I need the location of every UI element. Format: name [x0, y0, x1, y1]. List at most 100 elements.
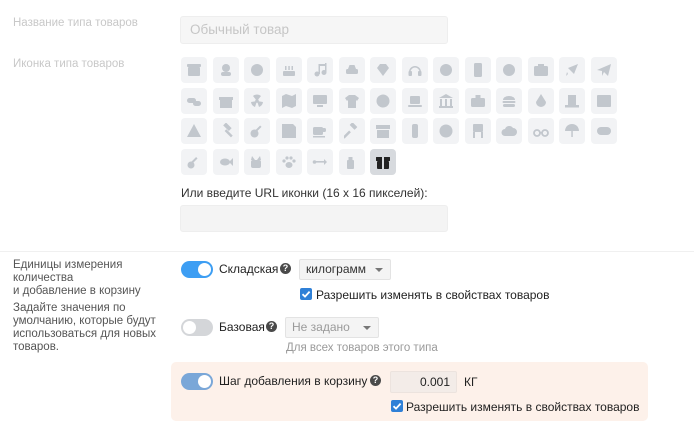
cart-step-input[interactable]: 0.001 — [390, 371, 457, 393]
tophat-icon[interactable] — [559, 87, 585, 114]
usb-icon[interactable] — [307, 148, 333, 175]
icon-glyph — [501, 125, 517, 136]
cart-step-checkbox[interactable] — [391, 400, 403, 412]
face-icon[interactable] — [244, 57, 270, 83]
icon-glyph — [313, 94, 327, 107]
cat-icon[interactable] — [244, 148, 270, 175]
traffic-light-icon[interactable] — [401, 118, 428, 144]
music-icon[interactable] — [307, 57, 333, 83]
icon-glyph — [376, 94, 390, 107]
icon-glyph — [312, 158, 327, 165]
icon-glyph — [502, 95, 516, 107]
icon-glyph — [532, 129, 549, 137]
base-unit-select[interactable]: Не задано — [285, 317, 379, 338]
package-icon[interactable] — [370, 148, 396, 175]
icon-glyph — [408, 66, 421, 76]
stock-unit-select-value: килограмм — [306, 262, 366, 276]
rocket-icon[interactable] — [559, 57, 585, 83]
coffee-icon[interactable] — [307, 118, 333, 144]
monitor-icon[interactable] — [307, 87, 333, 114]
icon-glyph — [473, 63, 482, 77]
headphones-icon[interactable] — [401, 57, 428, 83]
stock-unit-checkbox[interactable] — [300, 288, 312, 300]
gift-icon[interactable] — [212, 87, 239, 114]
film-icon[interactable] — [590, 87, 617, 114]
floppy-icon[interactable] — [275, 118, 302, 144]
icon-glyph — [281, 124, 296, 138]
umbrella-icon[interactable] — [559, 118, 585, 144]
hammer-icon[interactable] — [212, 118, 239, 144]
cloud-download-icon[interactable] — [496, 118, 522, 144]
pills-icon[interactable] — [181, 87, 207, 114]
gavel-icon[interactable] — [338, 118, 365, 144]
fish-icon[interactable] — [212, 148, 239, 175]
icon-glyph — [251, 93, 263, 107]
toggle-knob — [198, 263, 211, 276]
base-unit-label: Базовая — [219, 320, 265, 334]
disc-icon[interactable] — [370, 87, 396, 114]
phone-icon[interactable] — [464, 57, 491, 83]
icon-glyph — [470, 94, 485, 107]
cart-step-checkbox-label: Разрешить изменять в свойствах товаров — [406, 400, 640, 414]
chair-icon[interactable] — [464, 118, 491, 144]
cake-icon[interactable] — [275, 57, 302, 83]
gamepad-icon[interactable] — [590, 118, 617, 144]
toggle-knob — [183, 321, 196, 334]
bank-icon[interactable] — [433, 87, 459, 114]
globe-icon[interactable] — [433, 57, 459, 83]
key-icon[interactable] — [181, 148, 207, 175]
base-unit-toggle[interactable] — [181, 319, 213, 336]
cart-step-toggle[interactable] — [181, 373, 213, 390]
coin-icon[interactable] — [496, 57, 522, 83]
type-name-label: Название типа товаров — [13, 17, 138, 29]
glasses-icon[interactable] — [527, 118, 554, 144]
icon-glyph — [344, 94, 359, 108]
diamond-icon[interactable] — [370, 57, 396, 83]
icon-glyph — [439, 93, 453, 108]
icon-glyph — [250, 125, 262, 138]
stock-unit-toggle[interactable] — [181, 261, 213, 278]
units-description-line2: умолчанию, которые будут — [13, 315, 156, 327]
stock-unit-select[interactable]: килограмм — [299, 259, 391, 280]
icon-glyph — [346, 156, 354, 169]
type-name-input[interactable]: Обычный товар — [180, 16, 448, 44]
archive-icon[interactable] — [370, 118, 396, 144]
icon-url-input[interactable] — [180, 205, 448, 232]
guitar-icon[interactable] — [244, 118, 270, 144]
car-icon[interactable] — [338, 57, 365, 83]
warning-icon[interactable] — [181, 118, 207, 144]
help-icon[interactable]: ? — [370, 375, 381, 386]
burger-icon[interactable] — [496, 87, 522, 114]
spray-icon[interactable] — [338, 148, 365, 175]
units-description-line3: использоваться для новых — [13, 328, 157, 340]
map-icon[interactable] — [275, 87, 302, 114]
units-description: Задайте значения по — [13, 302, 126, 314]
units-label: Единицы измерения — [13, 259, 123, 271]
icon-glyph — [251, 155, 261, 168]
paw-icon[interactable] — [275, 148, 302, 175]
camera-icon[interactable] — [527, 57, 554, 83]
icon-glyph — [596, 64, 611, 76]
radiation-icon[interactable] — [244, 87, 270, 114]
stock-unit-checkbox-label: Разрешить изменять в свойствах товаров — [316, 288, 550, 302]
drop-icon[interactable] — [527, 87, 554, 114]
briefcase-icon[interactable] — [464, 87, 491, 114]
laptop-icon[interactable] — [401, 87, 428, 114]
cart-step-unit: КГ — [464, 375, 478, 389]
paper-plane-icon[interactable] — [590, 57, 617, 83]
smiley-icon[interactable] — [212, 57, 239, 83]
icon-glyph — [407, 95, 422, 107]
chevron-down-icon — [375, 268, 383, 272]
icon-glyph — [596, 127, 611, 135]
icon-glyph — [345, 65, 358, 74]
base-unit-select-value: Не задано — [292, 320, 350, 334]
icon-glyph — [440, 64, 452, 76]
help-icon[interactable]: ? — [280, 263, 291, 274]
stock-unit-label: Складская — [219, 262, 279, 276]
icon-glyph — [472, 124, 483, 138]
box-icon[interactable] — [181, 57, 207, 83]
units-description-line4: товаров. — [13, 341, 60, 353]
clock-icon[interactable] — [433, 118, 459, 144]
tshirt-icon[interactable] — [338, 87, 365, 114]
help-icon[interactable]: ? — [266, 321, 277, 332]
